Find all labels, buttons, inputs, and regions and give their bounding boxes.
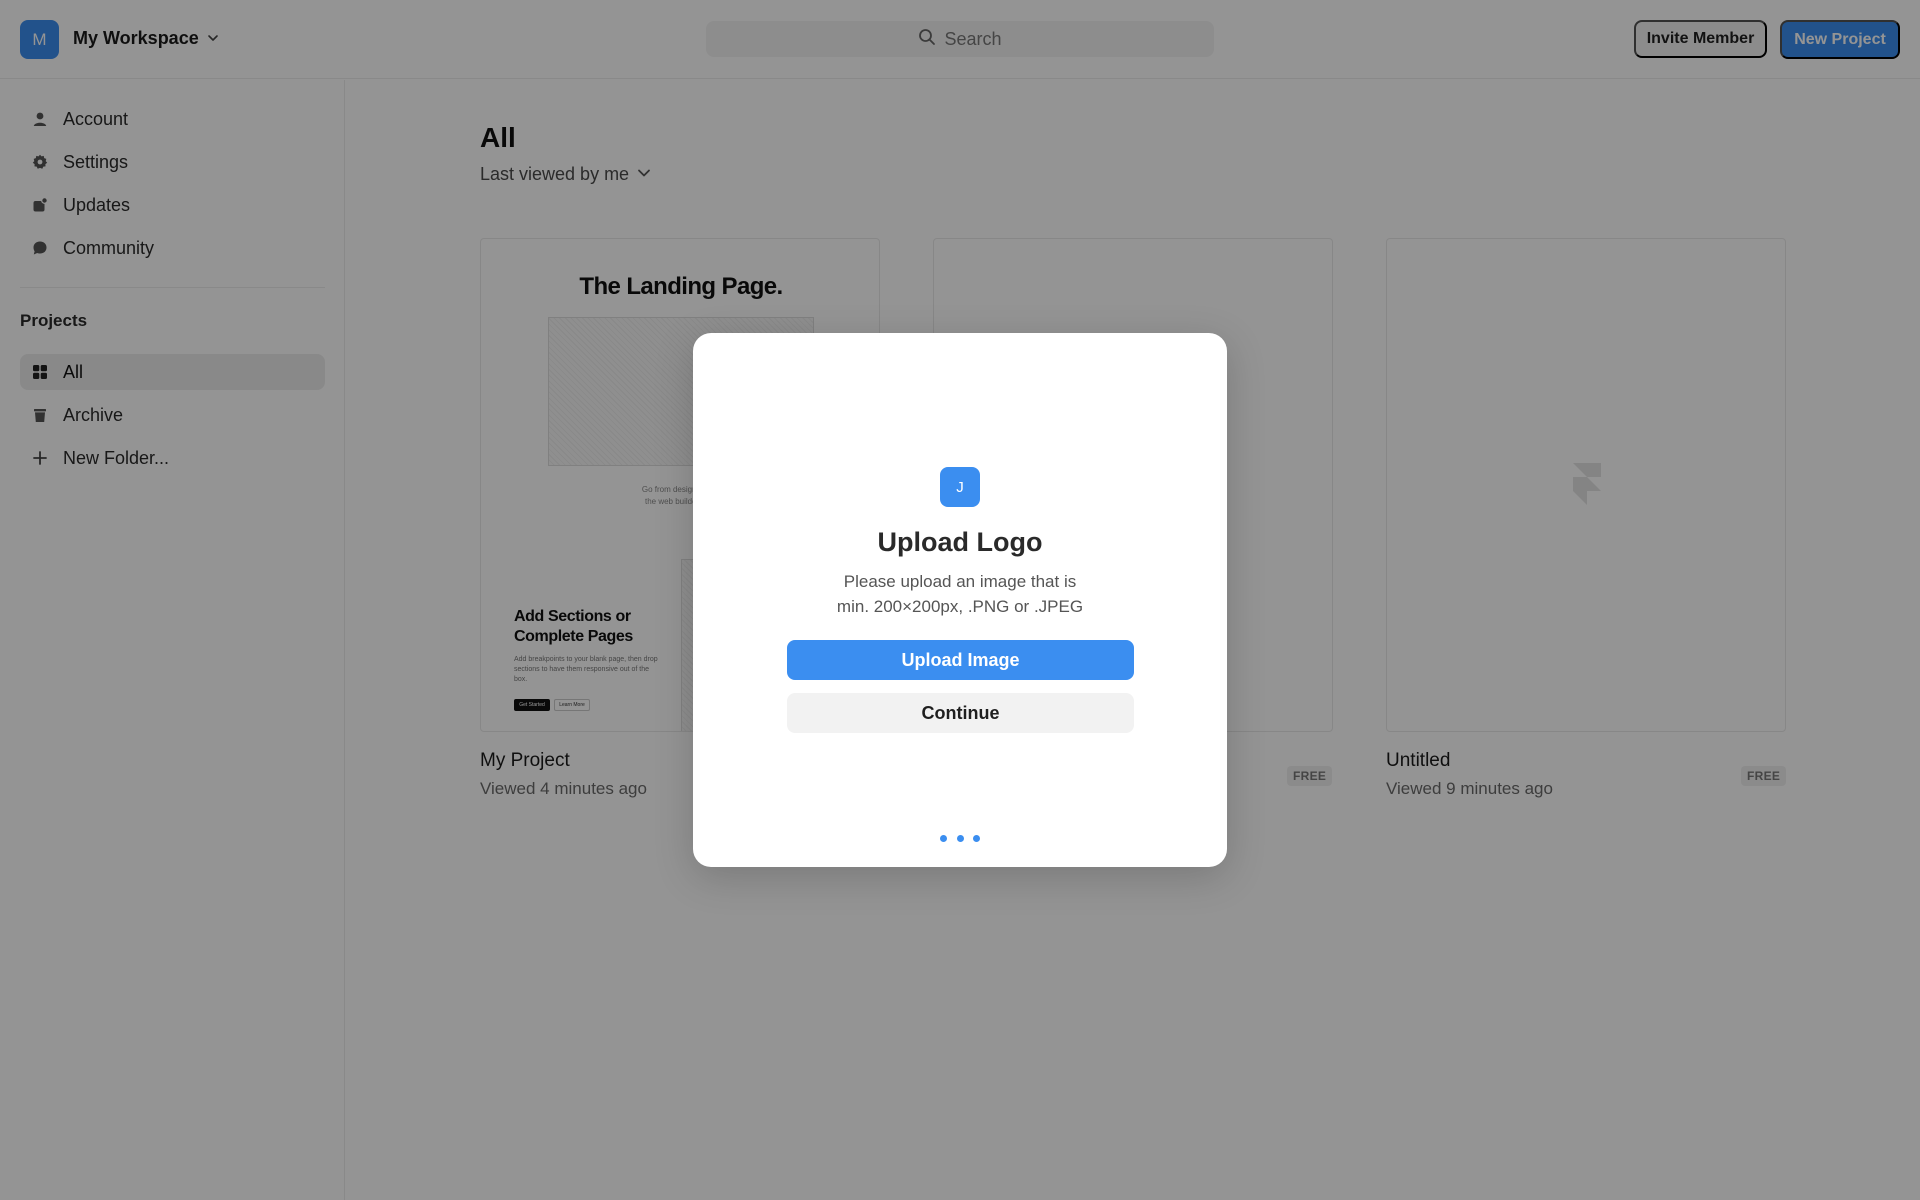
upload-logo-dialog: J Upload Logo Please upload an image tha…: [693, 333, 1227, 867]
step-indicator: [940, 833, 980, 843]
step-dot: [956, 834, 964, 842]
step-dot: [940, 834, 947, 842]
dialog-title: Upload Logo: [877, 527, 1043, 557]
workspace-logo-avatar: J: [940, 467, 980, 507]
dialog-description: Please upload an image that is min. 200×…: [836, 572, 1084, 616]
upload-image-button[interactable]: Upload Image: [787, 640, 1134, 680]
continue-button[interactable]: Continue: [787, 693, 1134, 733]
step-dot: [973, 834, 980, 842]
